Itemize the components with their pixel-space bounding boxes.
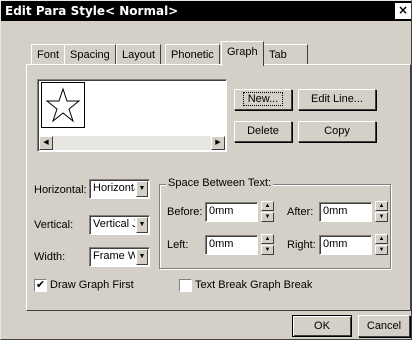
after-input-value: 0mm (323, 205, 348, 217)
before-input[interactable]: 0mm (205, 202, 258, 222)
new-graph-button[interactable]: New... (234, 89, 292, 110)
spin-up-icon[interactable]: ▲ (261, 201, 274, 211)
width-select[interactable]: Frame W ▼ (89, 247, 150, 267)
tab-graph[interactable]: Graph (221, 41, 264, 66)
scroll-right-arrow-icon[interactable]: ▶ (211, 136, 225, 150)
draw-graph-first-label[interactable]: Draw Graph First (50, 279, 134, 291)
before-spinner[interactable]: ▲ ▼ (261, 201, 274, 222)
draw-graph-first-checkbox[interactable]: ✔ (34, 279, 47, 292)
chevron-down-icon[interactable]: ▼ (136, 249, 148, 265)
tab-phonetic[interactable]: Phonetic (165, 44, 220, 64)
left-input[interactable]: 0mm (205, 235, 258, 255)
chevron-down-icon[interactable]: ▼ (136, 217, 148, 233)
spin-up-icon[interactable]: ▲ (261, 234, 274, 244)
tab-spacing[interactable]: Spacing (64, 44, 116, 64)
spin-down-icon[interactable]: ▼ (261, 212, 274, 222)
close-button[interactable]: × (395, 3, 411, 19)
star-icon (45, 87, 81, 123)
tab-tab[interactable]: Tab (263, 44, 308, 64)
space-between-text-group (159, 184, 391, 269)
spin-down-icon[interactable]: ▼ (261, 245, 274, 255)
tab-layout[interactable]: Layout (116, 44, 162, 64)
edit-line-button[interactable]: Edit Line... (298, 89, 376, 110)
left-spinner[interactable]: ▲ ▼ (261, 234, 274, 255)
vertical-select-value: Vertical J (93, 218, 135, 230)
delete-button[interactable]: Delete (234, 121, 292, 142)
right-spinner[interactable]: ▲ ▼ (375, 234, 388, 255)
dialog-title: Edit Para Style< Normal> (5, 4, 179, 18)
title-bar: Edit Para Style< Normal> × (1, 1, 411, 21)
vertical-label: Vertical: (34, 219, 74, 231)
space-between-text-label: Space Between Text: (166, 177, 274, 189)
tab-font[interactable]: Font (31, 44, 66, 64)
before-input-value: 0mm (209, 205, 234, 217)
horizontal-label: Horizontal: (34, 184, 87, 196)
after-label: After: (287, 206, 314, 218)
copy-button[interactable]: Copy (298, 121, 376, 142)
cancel-button[interactable]: Cancel (358, 315, 410, 337)
graph-list-hscrollbar[interactable]: ◀ ▶ (39, 136, 225, 150)
spin-down-icon[interactable]: ▼ (375, 245, 388, 255)
spin-down-icon[interactable]: ▼ (375, 212, 388, 222)
right-input-value: 0mm (323, 238, 348, 250)
spin-up-icon[interactable]: ▲ (375, 201, 388, 211)
after-spinner[interactable]: ▲ ▼ (375, 201, 388, 222)
scroll-left-arrow-icon[interactable]: ◀ (39, 136, 53, 150)
checkmark-icon: ✔ (35, 279, 46, 291)
right-label: Right: (287, 239, 316, 251)
left-input-value: 0mm (209, 238, 234, 250)
text-break-graph-break-label[interactable]: Text Break Graph Break (195, 279, 312, 291)
right-input[interactable]: 0mm (319, 235, 372, 255)
ok-button[interactable]: OK (292, 315, 352, 337)
width-label: Width: (34, 251, 66, 263)
horizontal-select[interactable]: Horizontal ▼ (89, 179, 150, 199)
new-button-label: New... (242, 92, 284, 106)
text-break-graph-break-checkbox[interactable] (179, 279, 192, 292)
chevron-down-icon[interactable]: ▼ (136, 181, 148, 197)
graph-list[interactable]: ◀ ▶ (37, 79, 227, 152)
star-graph-thumbnail[interactable] (41, 82, 85, 128)
horizontal-select-value: Horizontal (93, 182, 135, 194)
width-select-value: Frame W (93, 250, 135, 262)
edit-para-style-dialog: Edit Para Style< Normal> × Font Spacing … (0, 0, 412, 340)
spin-up-icon[interactable]: ▲ (375, 234, 388, 244)
before-label: Before: (167, 206, 203, 218)
left-label: Left: (167, 239, 189, 251)
after-input[interactable]: 0mm (319, 202, 372, 222)
vertical-select[interactable]: Vertical J ▼ (89, 215, 150, 235)
